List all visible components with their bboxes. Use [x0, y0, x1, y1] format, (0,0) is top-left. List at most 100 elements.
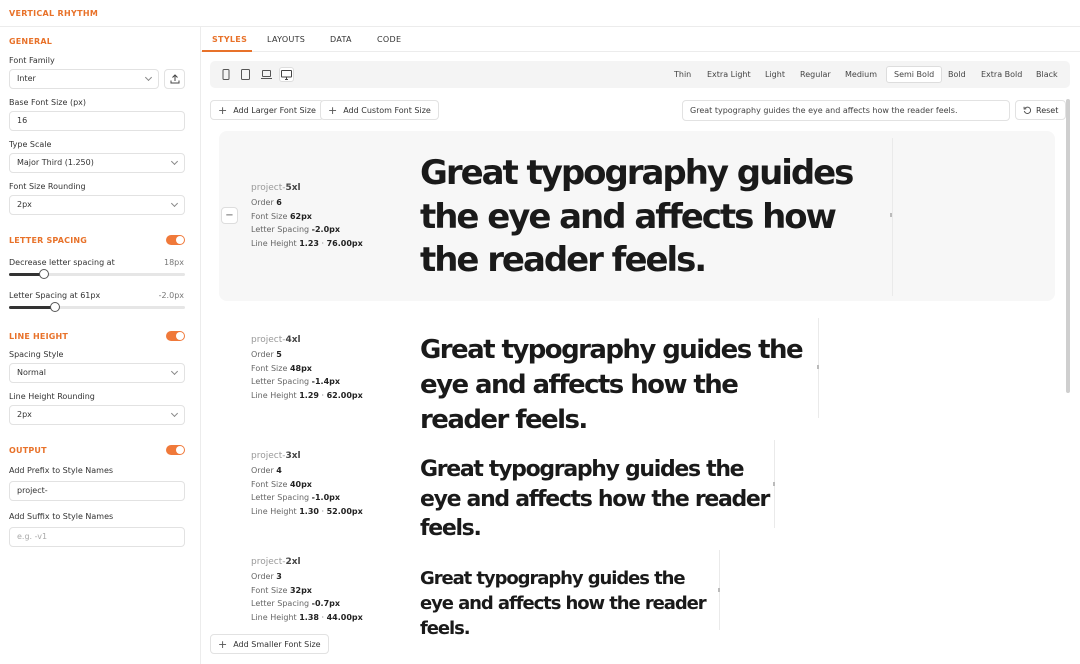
resize-handle[interactable] [817, 365, 819, 369]
weight-bold[interactable]: Bold [941, 66, 973, 83]
main-tabs: STYLES LAYOUTS DATA CODE [201, 27, 1080, 52]
tab-code[interactable]: CODE [377, 35, 401, 44]
resize-line [892, 138, 893, 296]
base-font-size-value: 16 [17, 116, 28, 125]
reset-button[interactable]: Reset [1015, 100, 1067, 120]
font-family-select[interactable]: Inter [9, 69, 159, 89]
style-font-size: Font Size 40px [251, 479, 312, 489]
weight-regular[interactable]: Regular [793, 66, 838, 83]
add-custom-label: Add Custom Font Size [343, 105, 431, 115]
add-larger-label: Add Larger Font Size [233, 105, 316, 115]
slider-thumb[interactable] [39, 269, 50, 279]
sample-preview-2xl: Great typography guides the eye and affe… [420, 568, 707, 639]
style-letter-spacing: Letter Spacing -1.0px [251, 493, 341, 503]
letter-spacing-section-title: LETTER SPACING [9, 236, 88, 245]
plus-icon: + [218, 637, 228, 651]
style-font-size: Font Size 62px [251, 211, 312, 221]
decrease-letter-spacing-value: 18px [164, 258, 184, 267]
weight-extra-bold[interactable]: Extra Bold [974, 66, 1029, 83]
chevron-down-icon [170, 367, 179, 376]
tablet-icon[interactable] [238, 67, 253, 82]
line-height-section-title: LINE HEIGHT [9, 332, 69, 341]
spacing-style-label: Spacing Style [9, 350, 64, 359]
upload-font-button[interactable] [164, 69, 185, 89]
line-height-rounding-label: Line Height Rounding [9, 392, 95, 401]
style-name: project-2xl [251, 557, 301, 567]
add-smaller-font-size-button[interactable]: + Add Smaller Font Size [210, 634, 329, 654]
style-line-height: Line Height 1.30 · 52.00px [251, 507, 363, 517]
settings-sidebar: GENERAL Font Family Inter Base Font Size… [0, 27, 201, 664]
letter-spacing-at-value: -2.0px [158, 291, 184, 300]
minus-icon: − [225, 210, 234, 221]
prefix-input[interactable]: project- [9, 481, 185, 501]
style-letter-spacing: Letter Spacing -1.4px [251, 377, 341, 387]
font-family-value: Inter [17, 74, 36, 83]
mobile-icon[interactable] [218, 67, 233, 82]
weight-thin[interactable]: Thin [667, 66, 698, 83]
spacing-style-value: Normal [17, 368, 46, 377]
tab-data[interactable]: DATA [330, 35, 352, 44]
weight-extra-light[interactable]: Extra Light [700, 66, 758, 83]
preview-toolbar: Thin Extra Light Light Regular Medium Se… [210, 61, 1070, 88]
scrollbar[interactable] [1066, 99, 1070, 393]
weight-black[interactable]: Black [1029, 66, 1065, 83]
style-meta-5xl: project-5xl Order 6 Font Size 62px Lette… [251, 182, 363, 251]
letter-spacing-slider[interactable] [9, 302, 185, 312]
laptop-icon[interactable] [259, 67, 274, 82]
line-height-toggle[interactable] [166, 331, 185, 341]
suffix-label: Add Suffix to Style Names [9, 512, 114, 521]
active-tab-indicator [202, 50, 252, 52]
spacing-style-select[interactable]: Normal [9, 363, 185, 383]
remove-style-button[interactable]: − [221, 207, 238, 224]
resize-handle[interactable] [718, 588, 720, 592]
line-height-rounding-select[interactable]: 2px [9, 405, 185, 425]
font-family-label: Font Family [9, 56, 55, 65]
style-order: Order 4 [251, 465, 282, 475]
style-name: project-5xl [251, 183, 301, 193]
line-height-rounding-value: 2px [17, 410, 32, 419]
add-smaller-label: Add Smaller Font Size [233, 639, 321, 649]
weight-semi-bold[interactable]: Semi Bold [886, 66, 943, 83]
chevron-down-icon [170, 157, 179, 166]
general-section-title: GENERAL [9, 37, 53, 46]
style-line-height: Line Height 1.23 · 76.00px [251, 239, 363, 249]
tab-styles[interactable]: STYLES [212, 35, 247, 44]
weight-light[interactable]: Light [758, 66, 792, 83]
letter-spacing-at-label: Letter Spacing at 61px [9, 291, 101, 300]
style-order: Order 6 [251, 197, 282, 207]
tab-layouts[interactable]: LAYOUTS [267, 35, 305, 44]
output-section-title: OUTPUT [9, 446, 47, 455]
style-letter-spacing: Letter Spacing -2.0px [251, 225, 341, 235]
letter-spacing-toggle[interactable] [166, 235, 185, 245]
plus-icon: + [218, 103, 228, 117]
style-font-size: Font Size 48px [251, 363, 312, 373]
suffix-input[interactable]: e.g. -v1 [9, 527, 185, 547]
resize-handle[interactable] [773, 482, 775, 486]
upload-icon [170, 74, 179, 84]
output-toggle[interactable] [166, 445, 185, 455]
sample-preview-5xl: Great typography guides the eye and affe… [420, 153, 854, 280]
weight-medium[interactable]: Medium [838, 66, 884, 83]
style-line-height: Line Height 1.38 · 44.00px [251, 613, 363, 623]
reset-label: Reset [1036, 105, 1059, 115]
style-name: project-4xl [251, 335, 301, 345]
desktop-icon[interactable] [279, 67, 294, 82]
base-font-size-label: Base Font Size (px) [9, 98, 87, 107]
base-font-size-input[interactable]: 16 [9, 111, 185, 131]
type-scale-label: Type Scale [9, 140, 52, 149]
font-size-rounding-select[interactable]: 2px [9, 195, 185, 215]
add-custom-font-size-button[interactable]: + Add Custom Font Size [320, 100, 439, 120]
chevron-down-icon [170, 199, 179, 208]
decrease-letter-spacing-slider[interactable] [9, 269, 185, 279]
prefix-value: project- [17, 486, 48, 495]
prefix-label: Add Prefix to Style Names [9, 466, 114, 475]
type-scale-value: Major Third (1.250) [17, 158, 94, 167]
sample-preview-4xl: Great typography guides the eye and affe… [420, 335, 804, 435]
add-larger-font-size-button[interactable]: + Add Larger Font Size [210, 100, 324, 120]
resize-handle[interactable] [890, 213, 892, 217]
suffix-placeholder: e.g. -v1 [17, 532, 48, 541]
decrease-letter-spacing-label: Decrease letter spacing at [9, 258, 115, 267]
slider-thumb[interactable] [49, 302, 60, 312]
sample-text-input[interactable]: Great typography guides the eye and affe… [682, 100, 1010, 121]
type-scale-select[interactable]: Major Third (1.250) [9, 153, 185, 173]
